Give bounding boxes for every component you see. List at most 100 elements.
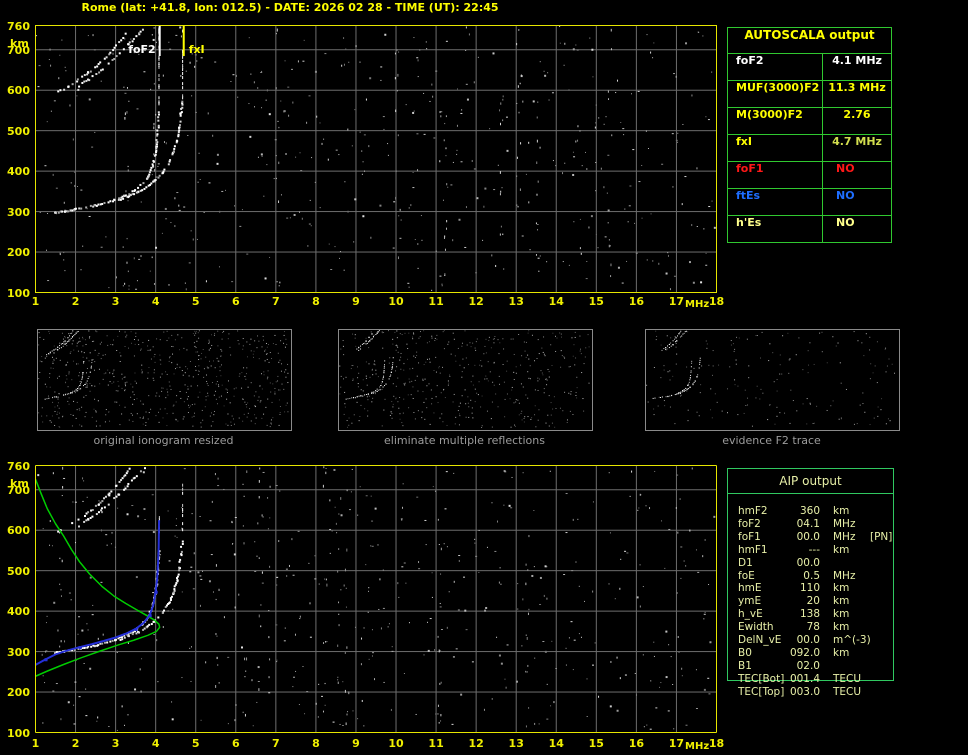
aip-param-unit: m^(-3) — [833, 634, 871, 646]
autoscala-param-value: 11.3 MHz — [828, 81, 886, 94]
aip-param-unit: km — [833, 608, 850, 621]
aip-param-unit: km — [833, 582, 850, 595]
x-tick-bottom-9: 9 — [352, 737, 360, 750]
aip-param-value: 00.0 — [796, 634, 820, 646]
x-tick-top-2: 2 — [71, 295, 80, 308]
aip-param-label: foF2 — [738, 517, 761, 530]
aip-param-value: 003.0 — [789, 685, 820, 698]
autoscala-table-rows: foF2 4.1 MHz MUF(3000)F2 11.3 MHz M(3000)F2 2… — [728, 54, 891, 242]
autoscala-row-fof2: foF2 4.1 MHz — [728, 54, 891, 81]
autoscala-row-fxi: fxI 4.7 MHz — [728, 135, 891, 162]
aip-row-b1: B1 02.0 — [728, 660, 893, 673]
autoscala-row-m3000f2: M(3000)F2 2.76 — [728, 108, 891, 135]
x-tick-bottom-16: 16 — [628, 737, 645, 750]
x-tick-bottom-12: 12 — [468, 737, 484, 750]
aip-param-unit: MHz — [833, 569, 856, 582]
x-tick-bottom-3: 3 — [111, 737, 120, 750]
aip-row-b0: B0 092.0 km — [728, 647, 893, 660]
y-tick-top-760: 760 — [7, 19, 30, 33]
x-tick-bottom-15: 15 — [588, 737, 604, 750]
aip-row-hve: h_vE 138 km — [728, 608, 893, 621]
aip-param-value: 001.4 — [789, 672, 820, 685]
thumbnail-caption-f2-trace: evidence F2 trace — [722, 434, 821, 447]
autoscala-param-value: NO — [836, 189, 855, 202]
x-tick-bottom-6: 6 — [231, 737, 240, 750]
aip-param-label: foF1 — [738, 530, 761, 543]
x-tick-top-12: 12 — [468, 295, 484, 308]
aip-table-header: AIP output — [728, 469, 893, 494]
x-tick-top-7: 7 — [272, 295, 280, 308]
aip-param-value: 0.5 — [803, 569, 820, 582]
aip-row-yme: ymE 20 km — [728, 595, 893, 608]
x-tick-bottom-4: 4 — [151, 737, 160, 750]
x-tick-top-5: 5 — [191, 295, 200, 308]
aip-row-fof2: foF2 04.1 MHz — [728, 518, 893, 531]
y-tick-top-400: 400 — [7, 165, 30, 179]
x-axis-unit-top: MHz — [685, 299, 710, 310]
x-tick-top-13: 13 — [508, 295, 524, 308]
thumbnail-caption-original: original ionogram resized — [93, 434, 234, 447]
x-axis-unit-bottom: MHz — [685, 741, 710, 752]
aip-row-ewidth: Ewidth 78 km — [728, 621, 893, 634]
x-tick-bottom-13: 13 — [508, 737, 524, 750]
aip-param-label: hmE — [738, 582, 762, 595]
aip-param-unit: TECU — [833, 672, 862, 685]
x-tick-bottom-1: 1 — [31, 737, 40, 750]
aip-row-d1: D1 00.0 — [728, 557, 893, 570]
aip-row-hme: hmE 110 km — [728, 582, 893, 595]
thumbnail-original-ionogram — [37, 329, 292, 431]
x-tick-bottom-2: 2 — [71, 737, 80, 750]
aip-param-value: 20 — [806, 595, 820, 608]
x-tick-top-1: 1 — [31, 295, 40, 308]
autoscala-param-value: NO — [836, 216, 855, 229]
aip-param-unit: km — [833, 646, 850, 659]
y-tick-top-200: 200 — [7, 246, 30, 260]
autoscala-param-label: h'Es — [728, 216, 823, 242]
aip-param-label: B1 — [738, 659, 752, 672]
thumbnail-caption-reflections: eliminate multiple reflections — [384, 434, 545, 447]
autoscala-output-table: AUTOSCALA output foF2 4.1 MHz MUF(3000)F2 1… — [727, 27, 892, 243]
aip-output-table: AIP output hmF2 360 km foF2 04.1 MHz foF1 00.0 M… — [727, 468, 894, 698]
aip-param-unit: km — [833, 505, 850, 517]
aip-row-hmf1: hmF1 --- km — [728, 544, 893, 557]
aip-param-label: DelN_vE — [738, 634, 782, 646]
x-tick-bottom-7: 7 — [272, 737, 280, 750]
aip-param-value: 110 — [799, 582, 820, 595]
aip-param-value: 00.0 — [796, 530, 820, 543]
x-tick-top-16: 16 — [628, 295, 645, 308]
aip-row-tectop: TEC[Top] 003.0 TECU — [728, 686, 893, 699]
x-tick-top-15: 15 — [588, 295, 604, 308]
x-tick-top-17: 17 — [668, 295, 685, 308]
x-tick-bottom-11: 11 — [428, 737, 444, 750]
aip-row-delnve: DelN_vE 00.0 m^(-3) — [728, 634, 893, 647]
aip-param-label: D1 — [738, 556, 753, 569]
x-tick-bottom-14: 14 — [548, 737, 564, 750]
bottom-ionogram-profile-canvas — [35, 465, 717, 733]
x-tick-bottom-5: 5 — [191, 737, 200, 750]
y-axis-unit-top: km — [10, 37, 29, 50]
autoscala-row-hes: h'Es NO — [728, 216, 891, 242]
autoscala-row-ftes: ftEs NO — [728, 189, 891, 216]
x-tick-top-8: 8 — [312, 295, 320, 308]
x-tick-top-14: 14 — [548, 295, 564, 308]
thumbnail-f2-trace — [645, 329, 900, 431]
x-tick-bottom-10: 10 — [388, 737, 404, 750]
aip-param-label: ymE — [738, 595, 762, 608]
thumbnail-multiple-reflections — [338, 329, 593, 431]
autoscala-param-label: fxI — [728, 135, 823, 161]
station-date-title: Rome (lat: +41.8, lon: 012.5) - DATE: 20… — [81, 1, 499, 14]
aip-param-label: Ewidth — [738, 621, 774, 634]
y-tick-bottom-500: 500 — [7, 564, 30, 578]
autoscala-row-muf3000f2: MUF(3000)F2 11.3 MHz — [728, 81, 891, 108]
y-tick-bottom-200: 200 — [7, 686, 30, 700]
autoscala-param-label: ftEs — [728, 189, 823, 215]
autoscala-param-label: foF2 — [728, 54, 823, 80]
y-tick-top-600: 600 — [7, 84, 30, 98]
aip-param-value: 092.0 — [789, 646, 820, 659]
aip-param-value: 78 — [806, 621, 820, 634]
y-tick-top-500: 500 — [7, 124, 30, 138]
autoscala-row-fof1: foF1 NO — [728, 162, 891, 189]
aip-param-label: foE — [738, 569, 755, 582]
aip-param-label: B0 — [738, 646, 752, 659]
x-tick-top-6: 6 — [231, 295, 240, 308]
